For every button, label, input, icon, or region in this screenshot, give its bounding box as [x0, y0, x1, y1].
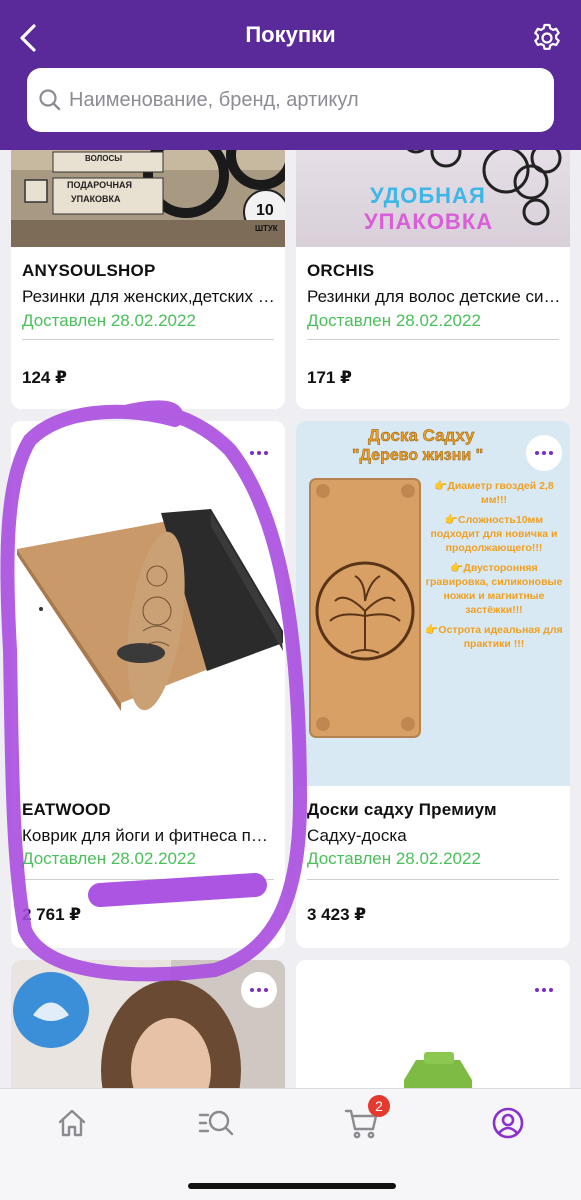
gear-icon	[534, 23, 560, 50]
nav-profile[interactable]	[478, 1103, 538, 1143]
nav-cart[interactable]: 2	[332, 1095, 392, 1143]
delivery-status: Доставлен 28.02.2022	[22, 311, 196, 330]
nav-catalog[interactable]	[187, 1103, 247, 1143]
delivery-status: Доставлен 28.02.2022	[22, 849, 196, 868]
nav-home[interactable]	[42, 1103, 102, 1143]
home-indicator	[188, 1183, 396, 1189]
product-name: Коврик для йоги и фитнеса пробковый	[22, 826, 277, 845]
image-caption: ПОДАРОЧНАЯ	[67, 180, 132, 190]
catalog-search-icon	[198, 1110, 234, 1136]
cart-count-badge: 2	[368, 1095, 390, 1117]
image-caption: УПАКОВКА	[364, 209, 494, 234]
product-image	[11, 960, 285, 1088]
image-bullets: 👉Диаметр гвоздей 2,8 мм!!! 👉Сложность10м…	[424, 479, 564, 651]
more-options-button[interactable]	[526, 972, 562, 1008]
image-bullet: 👉Сложность10мм подходит для новичка и пр…	[430, 514, 558, 554]
product-price: 2 761 ₽	[22, 905, 82, 924]
settings-button[interactable]	[527, 18, 567, 58]
product-brand: ORCHIS	[307, 261, 375, 280]
product-price: 3 423 ₽	[307, 905, 367, 924]
product-card[interactable]: УДОБНАЯ УПАКОВКА ORCHIS Резинки для воло…	[296, 150, 570, 409]
product-name: Резинки для волос детские силиконовые	[307, 287, 562, 306]
image-bullet: 👉Диаметр гвоздей 2,8 мм!!!	[434, 480, 554, 506]
more-options-button[interactable]	[526, 435, 562, 471]
image-caption: УПАКОВКА	[71, 194, 121, 204]
image-caption: ВОЛОСЫ	[85, 154, 123, 163]
image-caption: ШТУК	[255, 224, 278, 233]
product-card[interactable]	[296, 960, 570, 1088]
image-caption: 10	[256, 202, 274, 219]
product-name: Резинки для женских,детских волос	[22, 287, 277, 306]
product-name: Садху-доска	[307, 826, 407, 845]
divider	[22, 339, 274, 340]
product-card[interactable]: EATWOOD Коврик для йоги и фитнеса пробко…	[11, 421, 285, 948]
delivery-status: Доставлен 28.02.2022	[307, 849, 481, 868]
product-brand: ANYSOULSHOP	[22, 261, 156, 280]
product-card[interactable]: Доска Садху "Дерево жизни " 👉Диаметр гво…	[296, 421, 570, 948]
home-icon	[58, 1109, 86, 1137]
search-bar[interactable]	[27, 68, 554, 132]
app-header: Покупки	[0, 0, 581, 150]
image-caption: УДОБНАЯ	[370, 183, 486, 208]
image-bullet: 👉Острота идеальная для практики !!!	[425, 624, 563, 650]
product-image: Доска Садху "Дерево жизни " 👉Диаметр гво…	[296, 421, 570, 786]
image-bullet: 👉Двусторонняя гравировка, силиконовые но…	[425, 562, 563, 616]
product-image: ВОЛОСЫ ПОДАРОЧНАЯ УПАКОВКА 10 ШТУК	[11, 150, 285, 247]
product-image	[296, 960, 570, 1088]
search-input[interactable]	[69, 88, 539, 112]
product-image: УДОБНАЯ УПАКОВКА	[296, 150, 570, 247]
product-price: 171 ₽	[307, 368, 352, 387]
product-brand: Доски садху Премиум	[307, 800, 497, 819]
search-icon	[39, 89, 61, 111]
product-brand: EATWOOD	[22, 800, 111, 819]
product-price: 124 ₽	[22, 368, 67, 387]
divider	[22, 879, 274, 880]
page-title: Покупки	[245, 22, 336, 47]
product-card[interactable]: ВОЛОСЫ ПОДАРОЧНАЯ УПАКОВКА 10 ШТУК ANYSO…	[11, 150, 285, 409]
divider	[307, 339, 559, 340]
product-image	[11, 421, 285, 786]
image-title: Доска Садху	[368, 426, 475, 445]
profile-icon	[492, 1107, 524, 1139]
image-subtitle: "Дерево жизни "	[352, 447, 484, 464]
divider	[307, 879, 559, 880]
more-options-button[interactable]	[241, 435, 277, 471]
purchases-grid: ВОЛОСЫ ПОДАРОЧНАЯ УПАКОВКА 10 ШТУК ANYSO…	[0, 150, 581, 1088]
delivery-status: Доставлен 28.02.2022	[307, 311, 481, 330]
product-card[interactable]	[11, 960, 285, 1088]
more-options-button[interactable]	[241, 972, 277, 1008]
